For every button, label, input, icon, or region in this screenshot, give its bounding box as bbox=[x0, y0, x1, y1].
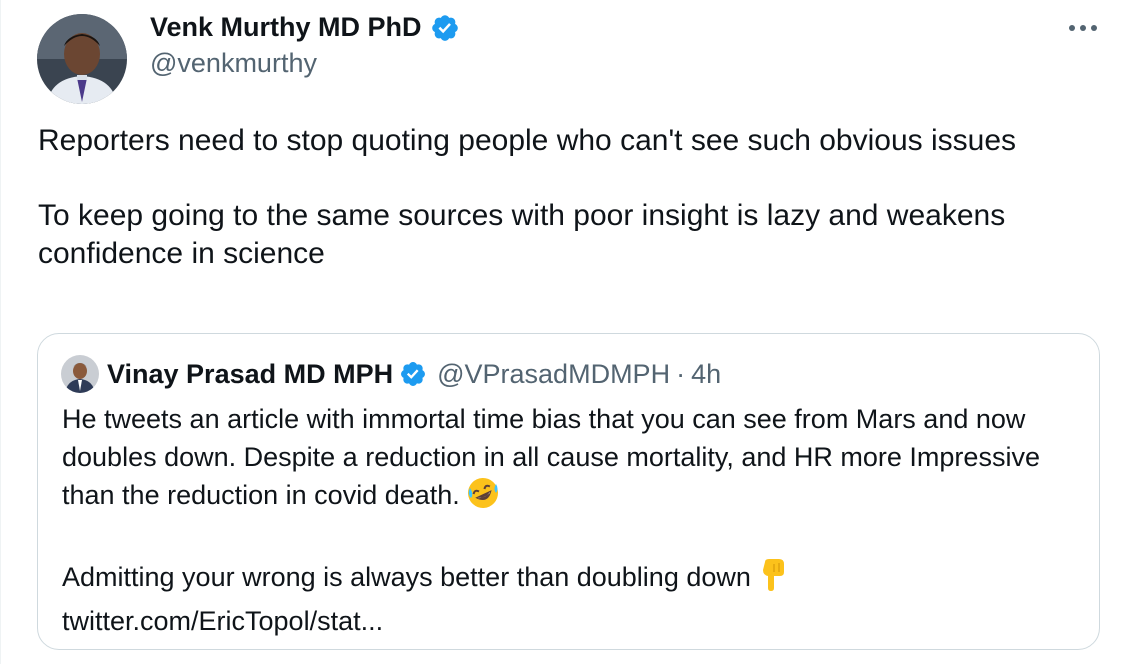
verified-badge-icon bbox=[399, 360, 427, 388]
quote-paragraph: He tweets an article with immortal time … bbox=[62, 400, 1082, 520]
tweet-paragraph: To keep going to the same sources with p… bbox=[38, 199, 1006, 270]
quote-header: Vinay Prasad MD MPH @VPrasadMDMPH · 4h bbox=[61, 354, 721, 394]
quote-author-handle: @VPrasadMDMPH bbox=[437, 358, 671, 389]
quote-author-name: Vinay Prasad MD MPH bbox=[107, 358, 394, 389]
quote-link[interactable]: twitter.com/EricTopol/stat... bbox=[62, 602, 1082, 640]
tweet-text: Reporters need to stop quoting people wh… bbox=[38, 122, 1108, 273]
backhand-index-pointing-down-emoji-icon bbox=[757, 558, 787, 602]
verified-badge-icon[interactable] bbox=[430, 13, 460, 43]
quote-author-avatar bbox=[61, 355, 99, 393]
quote-paragraph-text: Admitting your wrong is always better th… bbox=[62, 562, 751, 592]
quote-separator: · bbox=[676, 358, 686, 389]
author-avatar[interactable] bbox=[37, 14, 127, 104]
more-options-button[interactable] bbox=[1063, 14, 1103, 42]
quote-paragraph: Admitting your wrong is always better th… bbox=[62, 558, 1082, 602]
quote-text: He tweets an article with immortal time … bbox=[62, 400, 1082, 640]
quote-paragraph-text: He tweets an article with immortal time … bbox=[62, 404, 1040, 510]
tweet: Venk Murthy MD PhD @venkmurthy Reporters… bbox=[0, 0, 1129, 664]
rolling-on-floor-laughing-emoji-icon bbox=[466, 476, 500, 520]
quote-timestamp: 4h bbox=[691, 358, 722, 389]
tweet-paragraph: Reporters need to stop quoting people wh… bbox=[38, 124, 1017, 157]
author-name[interactable]: Venk Murthy MD PhD bbox=[150, 12, 422, 43]
more-icon bbox=[1069, 25, 1097, 31]
author-name-row: Venk Murthy MD PhD bbox=[150, 12, 460, 43]
author-handle[interactable]: @venkmurthy bbox=[150, 48, 317, 79]
quote-tweet-card[interactable]: Vinay Prasad MD MPH @VPrasadMDMPH · 4h H… bbox=[37, 333, 1100, 650]
